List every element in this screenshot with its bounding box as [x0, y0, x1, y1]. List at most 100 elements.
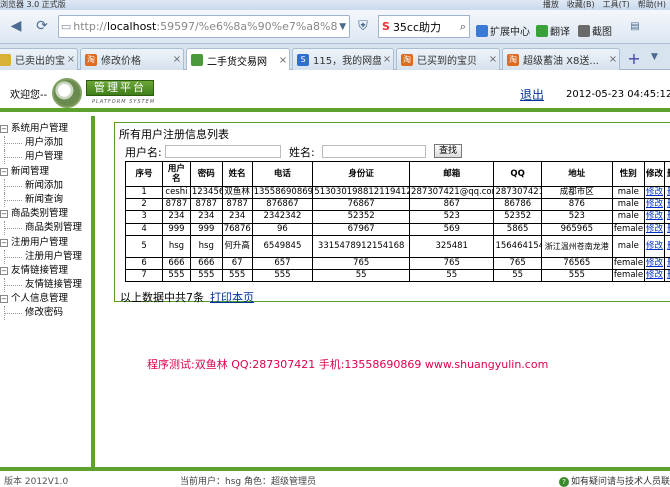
collapse-icon[interactable]: −: [0, 238, 8, 247]
print-page-link[interactable]: 打印本页: [210, 291, 254, 304]
sidebar-item-manage-categories[interactable]: 商品类别管理: [0, 221, 94, 236]
close-icon[interactable]: ×: [381, 54, 393, 65]
edit-link[interactable]: 修改: [646, 212, 663, 222]
security-shield-button[interactable]: ⛨: [352, 15, 374, 37]
table-cell: 3315478912154168: [312, 234, 411, 258]
table-cell: 765: [493, 256, 542, 270]
edit-link[interactable]: 修改: [646, 270, 663, 280]
sidebar-group-registered-users[interactable]: − 注册用户管理: [0, 236, 94, 250]
title-bar-menu: 播放 收藏(B) 工具(T) 帮助(H): [543, 0, 666, 10]
back-arrow-icon: ◀: [10, 18, 22, 34]
search-icon[interactable]: ⌕: [460, 20, 466, 34]
close-icon[interactable]: ×: [277, 55, 289, 66]
table-body: 1 ceshi 123456 双鱼林 13558690869 51303019881211…: [124, 185, 670, 283]
logout-link[interactable]: 退出: [520, 86, 544, 103]
search-button[interactable]: 查找: [434, 144, 462, 158]
edit-link[interactable]: 修改: [646, 188, 663, 198]
close-icon[interactable]: ×: [171, 54, 183, 65]
edit-link[interactable]: 修改: [646, 241, 663, 251]
table-cell: 999: [162, 222, 191, 236]
close-icon[interactable]: ×: [65, 54, 77, 65]
table-cell: 523: [409, 210, 495, 224]
sidebar-item-manage-users[interactable]: 用户管理: [0, 150, 94, 165]
browser-navigation-bar: ◀ ⟳ ▭ http://localhost:59597/%e6%8a%90%e…: [0, 10, 670, 44]
username-input[interactable]: [165, 145, 281, 158]
developer-contact-text: 程序测试:双鱼林 QQ:287307421 手机:13558690869 www…: [147, 358, 549, 371]
sidebar-group-system-users[interactable]: − 系统用户管理: [0, 122, 94, 136]
table-cell: male: [611, 234, 645, 258]
screenshot-button[interactable]: 截图: [578, 23, 612, 38]
new-tab-button[interactable]: +: [625, 50, 643, 68]
search-box[interactable]: S 35cc助力 ⌕: [378, 15, 470, 38]
search-form: 用户名: 姓名: 查找: [125, 144, 670, 159]
collapse-icon[interactable]: −: [0, 210, 8, 219]
close-icon[interactable]: ×: [607, 54, 619, 65]
column-header: 身份证: [312, 161, 411, 187]
table-cell: 双鱼林: [221, 185, 253, 200]
edit-link[interactable]: 修改: [646, 224, 663, 234]
back-button[interactable]: ◀: [4, 15, 28, 37]
app-header: 欢迎您-- 管理平台 PLATFORM SYSTEM 退出 2012-05-23…: [0, 70, 670, 112]
close-icon[interactable]: ×: [487, 54, 499, 65]
menu-tools[interactable]: 工具(T): [603, 0, 630, 10]
tab-secondhand-trade[interactable]: 二手货交易网 ×: [186, 48, 290, 71]
tab-sold-items[interactable]: 已卖出的宝贝 ×: [0, 48, 78, 70]
sidebar-group-news[interactable]: − 新闻管理: [0, 165, 94, 179]
table-cell: male: [611, 210, 645, 224]
collapse-icon[interactable]: −: [0, 125, 8, 133]
table-cell: 86786: [493, 198, 542, 212]
menu-play[interactable]: 播放: [543, 0, 559, 10]
refresh-button[interactable]: ⟳: [30, 15, 54, 37]
table-cell: 8787: [221, 198, 253, 212]
sidebar-item-add-news[interactable]: 新闻添加: [0, 178, 94, 193]
sidebar-group-friend-links[interactable]: − 友情链接管理: [0, 264, 94, 278]
collapse-icon[interactable]: −: [0, 266, 8, 275]
tab-edit-price[interactable]: 淘 修改价格 ×: [80, 48, 184, 70]
table-cell: 3: [124, 210, 164, 224]
collapse-icon[interactable]: −: [0, 295, 8, 304]
sidebar-item-query-news[interactable]: 新闻查询: [0, 192, 94, 207]
sidebar-group-personal-info[interactable]: − 个人信息管理: [0, 292, 94, 306]
record-count-text: 以上数据中共7条: [120, 291, 204, 304]
table-cell: 成都市区: [540, 185, 613, 200]
collapse-icon[interactable]: −: [0, 167, 8, 176]
translate-button[interactable]: 翻译: [536, 23, 570, 38]
edit-link[interactable]: 修改: [646, 200, 663, 210]
table-cell: 4: [124, 222, 164, 236]
menu-help[interactable]: 帮助(H): [638, 0, 666, 10]
menu-favorites[interactable]: 收藏(B): [567, 0, 595, 10]
column-header: 序号: [124, 161, 164, 187]
menu-button[interactable]: ▤: [628, 15, 642, 37]
logo-title: 管理平台: [86, 80, 154, 96]
column-header: 电话: [251, 161, 314, 187]
sidebar-item-manage-links[interactable]: 友情链接管理: [0, 278, 94, 293]
table-cell: 8787: [162, 198, 191, 212]
tab-115-netdisk[interactable]: S 115，我的网盘... ×: [292, 48, 394, 70]
table-cell: 523: [540, 210, 613, 224]
tab-bought-items[interactable]: 淘 已买到的宝贝 ×: [396, 48, 500, 70]
tab-oil-promo[interactable]: 淘 超级蓄油 X8送... ×: [502, 48, 620, 70]
table-header-row: 序号 用户名 密码 姓名 电话 身份证 邮箱 QQ 地址 性别 修改 删除: [124, 161, 670, 187]
sidebar-item-add-user[interactable]: 用户添加: [0, 136, 94, 151]
menu-tree: − 系统用户管理 用户添加 用户管理 − 新闻管理 新闻添加 新闻查询 − 商品类别管…: [0, 122, 94, 321]
sidebar-item-manage-registered-users[interactable]: 注册用户管理: [0, 249, 94, 264]
table-cell: 55: [493, 268, 542, 283]
table-row: 323423423423423425235252352352523male修改删…: [124, 210, 670, 224]
name-label: 姓名:: [289, 146, 315, 159]
table-cell: 5865: [493, 222, 542, 236]
address-dropdown-icon[interactable]: ▼: [337, 22, 349, 32]
extension-center-button[interactable]: 扩展中心: [476, 23, 530, 38]
table-cell: 96: [251, 222, 314, 236]
sidebar-group-product-categories[interactable]: − 商品类别管理: [0, 207, 94, 221]
table-cell: 删除: [664, 222, 670, 236]
table-cell: 13558690869: [251, 185, 314, 200]
column-header: 邮箱: [409, 161, 495, 187]
edit-link[interactable]: 修改: [646, 258, 663, 268]
tab-list-button[interactable]: ▼: [651, 52, 658, 62]
name-input[interactable]: [322, 145, 426, 158]
table-cell: 965965: [540, 222, 613, 236]
sidebar-item-change-password[interactable]: 修改密码: [0, 306, 94, 321]
address-bar[interactable]: ▭ http://localhost:59597/%e6%8a%90%e7%a8…: [58, 15, 350, 38]
table-cell: 修改: [643, 185, 666, 200]
address-url[interactable]: http://localhost:59597/%e6%8a%90%e7%a8%8…: [73, 20, 336, 33]
